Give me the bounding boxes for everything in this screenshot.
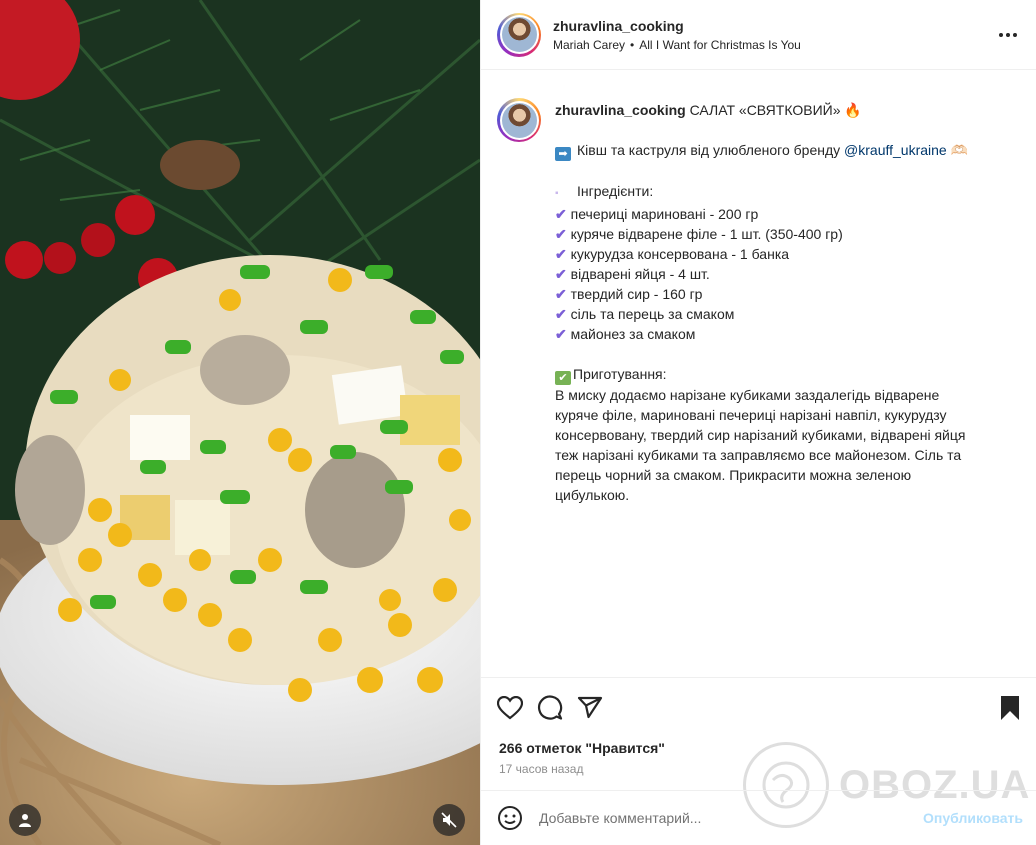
heart-hands-emoji: 🫶🏻 bbox=[950, 142, 969, 158]
audio-track: All I Want for Christmas Is You bbox=[639, 37, 801, 52]
emoji-picker-button[interactable] bbox=[497, 805, 523, 831]
audio-track-link[interactable]: Mariah Carey • All I Want for Christmas … bbox=[553, 38, 996, 52]
caption-username[interactable]: zhuravlina_cooking bbox=[555, 102, 686, 118]
check-mark-icon: ✔ bbox=[555, 206, 571, 222]
prep-line: цибулькою. bbox=[555, 487, 630, 503]
check-mark-icon: ✔ bbox=[555, 286, 571, 302]
prep-line: В миску додаємо нарізане кубиками заздал… bbox=[555, 387, 940, 403]
ingredient-item: ✔ відварені яйця - 4 шт. bbox=[555, 266, 710, 282]
right-arrow-icon: ➡ bbox=[555, 147, 571, 161]
more-options-button[interactable] bbox=[996, 23, 1020, 47]
ingredient-item: ✔ печериці мариновані - 200 гр bbox=[555, 206, 759, 222]
mute-button[interactable] bbox=[433, 804, 465, 836]
sparkle-icon: ▪ bbox=[555, 188, 559, 199]
audio-separator: • bbox=[630, 37, 635, 52]
ingredients-list: ✔ печериці мариновані - 200 гр ✔ куряче в… bbox=[555, 204, 1020, 344]
caption-title: САЛАТ «СВЯТКОВИЙ» 🔥 bbox=[689, 102, 862, 118]
prep-line: теж нарізані кубиками та заправляємо все… bbox=[555, 447, 962, 463]
check-mark-icon: ✔ bbox=[555, 266, 571, 282]
audio-artist: Mariah Carey bbox=[553, 37, 626, 52]
comment-bar: Опубликовать bbox=[481, 790, 1036, 845]
send-icon bbox=[577, 696, 603, 719]
more-horizontal-icon bbox=[999, 32, 1017, 37]
check-mark-icon: ✔ bbox=[555, 306, 571, 322]
comment-input[interactable] bbox=[539, 810, 924, 826]
ingredient-item: ✔ сіль та перець за смаком bbox=[555, 306, 735, 322]
ingredient-item: ✔ куряче відварене філе - 1 шт. (350-400… bbox=[555, 226, 843, 242]
brand-line: ➡ Ківш та каструля від улюбленого бренду … bbox=[555, 140, 1020, 161]
avatar bbox=[501, 102, 537, 138]
check-mark-icon: ✔ bbox=[555, 226, 571, 242]
post-caption: zhuravlina_cooking САЛАТ «СВЯТКОВИЙ» 🔥 ➡… bbox=[481, 70, 1036, 505]
share-button[interactable] bbox=[577, 688, 617, 728]
speaker-muted-icon bbox=[441, 812, 457, 828]
heart-icon bbox=[497, 696, 523, 720]
author-avatar[interactable] bbox=[497, 12, 541, 57]
smiley-icon bbox=[498, 806, 522, 830]
post-header: zhuravlina_cooking Mariah Carey • All I … bbox=[481, 0, 1036, 70]
tagged-users-button[interactable] bbox=[9, 804, 41, 836]
prep-line: консервовану, твердий сир нарізаний куби… bbox=[555, 427, 966, 443]
ingredient-item: ✔ майонез за смаком bbox=[555, 326, 696, 342]
post-details-panel: zhuravlina_cooking Mariah Carey • All I … bbox=[480, 0, 1036, 845]
ingredient-item: ✔ твердий сир - 160 гр bbox=[555, 286, 703, 302]
check-mark-icon: ✔ bbox=[555, 326, 571, 342]
save-button[interactable] bbox=[981, 688, 1021, 728]
post-actions-section: 266 отметок "Нравится" 17 часов назад bbox=[481, 677, 1036, 776]
user-icon bbox=[19, 814, 31, 827]
caption-author-avatar[interactable] bbox=[497, 98, 541, 142]
action-bar bbox=[481, 678, 1036, 738]
ingredients-heading: ▪ Інгредієнти: bbox=[555, 181, 1020, 204]
comment-button[interactable] bbox=[537, 688, 577, 728]
brand-mention-link[interactable]: @krauff_ukraine bbox=[844, 142, 947, 158]
prep-line: перець чорний за смаком. Прикрасити можн… bbox=[555, 467, 912, 483]
avatar bbox=[501, 17, 537, 52]
like-button[interactable] bbox=[497, 688, 537, 728]
prep-text: В миску додаємо нарізане кубиками заздал… bbox=[555, 385, 1020, 505]
check-mark-icon: ✔ bbox=[555, 246, 571, 262]
bookmark-icon bbox=[1001, 696, 1019, 720]
author-username[interactable]: zhuravlina_cooking bbox=[553, 18, 996, 34]
prep-line: куряче філе, мариновані печериці нарізан… bbox=[555, 407, 947, 423]
salad-photo bbox=[0, 0, 480, 845]
likes-count[interactable]: 266 отметок "Нравится" bbox=[481, 738, 1036, 756]
post-timestamp[interactable]: 17 часов назад bbox=[481, 756, 1036, 776]
ingredient-item: ✔ кукурудза консервована - 1 банка bbox=[555, 246, 790, 262]
comment-icon bbox=[537, 695, 563, 720]
checkbox-icon: ✔ bbox=[555, 371, 571, 385]
post-media[interactable] bbox=[0, 0, 480, 845]
prep-heading: ✔ Приготування: bbox=[555, 364, 1020, 385]
publish-button[interactable]: Опубликовать bbox=[923, 810, 1023, 826]
